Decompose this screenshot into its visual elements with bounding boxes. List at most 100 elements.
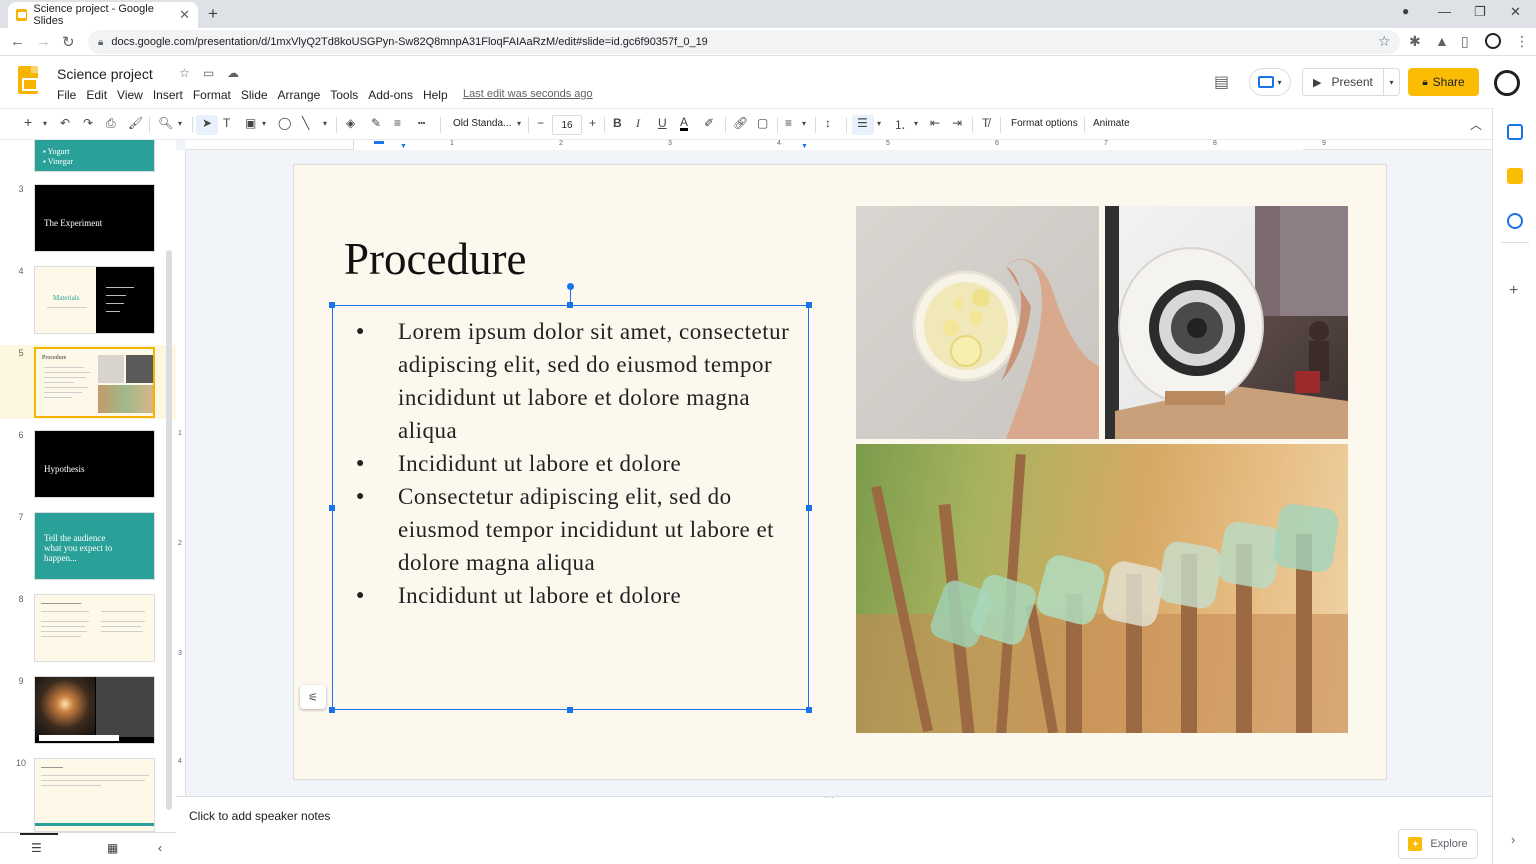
- border-weight-icon[interactable]: ≡: [394, 116, 401, 130]
- menu-insert[interactable]: Insert: [153, 88, 183, 102]
- back-icon[interactable]: ←: [10, 33, 25, 50]
- horizontal-ruler[interactable]: 1 2 3 4 5 6 7 8 9 ▼ ▼: [186, 140, 1492, 150]
- print-icon[interactable]: ⎙: [106, 116, 116, 131]
- slide-canvas[interactable]: Procedure Lorem ipsum dolor sit amet, co…: [294, 165, 1386, 779]
- slides-logo-icon[interactable]: [18, 66, 38, 94]
- border-dash-icon[interactable]: ┅: [418, 116, 425, 130]
- share-button[interactable]: 🔒︎ Share: [1408, 68, 1479, 96]
- numbered-list-icon[interactable]: ⒈: [894, 116, 906, 133]
- profile-avatar-icon[interactable]: [1485, 33, 1501, 49]
- insert-link-icon[interactable]: 🔗︎: [733, 116, 748, 130]
- font-size-input[interactable]: 16: [552, 115, 582, 135]
- tab-close-icon[interactable]: ✕: [179, 7, 190, 23]
- slide-thumbnail-8[interactable]: [34, 594, 155, 662]
- bulleted-list-icon[interactable]: ☰: [857, 116, 868, 130]
- meet-present-button[interactable]: ▾: [1249, 68, 1291, 96]
- undo-icon[interactable]: ↶: [60, 116, 70, 130]
- calendar-icon[interactable]: [1507, 124, 1523, 140]
- menu-addons[interactable]: Add-ons: [368, 88, 413, 102]
- menu-tools[interactable]: Tools: [330, 88, 358, 102]
- line-dropdown-icon[interactable]: ▾: [323, 119, 327, 128]
- comments-icon[interactable]: ▤: [1214, 72, 1229, 92]
- italic-icon[interactable]: I: [636, 116, 640, 131]
- vertical-ruler[interactable]: 1 2 3 4: [176, 150, 186, 796]
- font-dropdown-icon[interactable]: ▾: [517, 119, 521, 128]
- slide-thumbnail-3[interactable]: The Experiment: [34, 184, 155, 252]
- bullet-item[interactable]: Incididunt ut labore et dolore: [344, 579, 804, 612]
- url-field[interactable]: 🔒︎ docs.google.com/presentation/d/1mxVly…: [88, 30, 1400, 54]
- resize-handle-ne[interactable]: [806, 302, 812, 308]
- left-indent-marker[interactable]: ▼: [400, 143, 407, 150]
- extension-pin-icon[interactable]: ▲: [1435, 33, 1449, 49]
- border-color-icon[interactable]: ✎: [371, 116, 381, 130]
- animate-button[interactable]: Animate: [1093, 118, 1130, 129]
- slide-thumbnail-10[interactable]: [34, 758, 155, 832]
- slide-thumbnail-5[interactable]: Procedure: [34, 347, 155, 418]
- fill-color-icon[interactable]: ◈: [346, 116, 355, 130]
- shape-icon[interactable]: ◯: [278, 116, 291, 130]
- notes-resize-handle[interactable]: ···: [824, 793, 835, 802]
- extensions-icon[interactable]: ✱: [1409, 33, 1421, 50]
- new-slide-layout-icon[interactable]: ▾: [43, 119, 47, 128]
- get-addons-icon[interactable]: +: [1509, 282, 1518, 300]
- sidebar-toggle-icon[interactable]: ▯: [1461, 33, 1469, 50]
- resize-handle-s[interactable]: [567, 707, 573, 713]
- last-edit-link[interactable]: Last edit was seconds ago: [463, 88, 593, 100]
- decrease-indent-icon[interactable]: ⇤: [930, 116, 940, 130]
- collapse-toolbar-icon[interactable]: ︿: [1470, 116, 1482, 133]
- align-icon[interactable]: ≡: [785, 116, 792, 130]
- new-slide-icon[interactable]: +: [24, 114, 32, 130]
- collapse-filmstrip-icon[interactable]: ‹: [158, 841, 162, 855]
- tasks-icon[interactable]: [1507, 213, 1523, 229]
- menu-file[interactable]: File: [57, 88, 76, 102]
- menu-arrange[interactable]: Arrange: [278, 88, 321, 102]
- grid-view-icon[interactable]: ▦: [107, 841, 118, 855]
- underline-icon[interactable]: U: [658, 116, 667, 130]
- move-folder-icon[interactable]: ▭: [203, 66, 214, 80]
- window-close-icon[interactable]: ✕: [1510, 4, 1521, 20]
- new-tab-button[interactable]: +: [208, 4, 218, 24]
- slide-title[interactable]: Procedure: [344, 233, 526, 285]
- present-dropdown-icon[interactable]: ▾: [1383, 69, 1399, 95]
- bulleted-list-dropdown-icon[interactable]: ▾: [877, 119, 881, 128]
- minimize-icon[interactable]: —: [1438, 4, 1451, 19]
- cloud-saved-icon[interactable]: ☁: [227, 66, 239, 80]
- keep-icon[interactable]: [1507, 168, 1523, 184]
- paint-format-icon[interactable]: 🖌︎: [128, 116, 143, 130]
- first-line-indent-marker[interactable]: [374, 141, 384, 144]
- menu-format[interactable]: Format: [193, 88, 231, 102]
- photo-speaker[interactable]: [1105, 206, 1348, 439]
- forward-icon[interactable]: →: [36, 33, 51, 50]
- bullet-list[interactable]: Lorem ipsum dolor sit amet, consectetur …: [344, 315, 804, 612]
- line-icon[interactable]: ╲: [302, 116, 309, 130]
- browser-kebab-icon[interactable]: ⋮: [1515, 33, 1529, 50]
- photo-glass-jars[interactable]: [856, 444, 1348, 733]
- resize-handle-sw[interactable]: [329, 707, 335, 713]
- bullet-item[interactable]: Incididunt ut labore et dolore: [344, 447, 804, 480]
- star-icon[interactable]: ☆: [179, 66, 190, 80]
- photo-lemon-tea[interactable]: [856, 206, 1099, 439]
- add-comment-icon[interactable]: ▢: [757, 116, 768, 130]
- menu-view[interactable]: View: [117, 88, 143, 102]
- image-icon[interactable]: ▣: [245, 116, 256, 130]
- increase-font-size-button[interactable]: +: [589, 116, 596, 130]
- increase-indent-icon[interactable]: ⇥: [952, 116, 962, 130]
- explore-button[interactable]: ✦ Explore: [1398, 829, 1478, 859]
- menu-slide[interactable]: Slide: [241, 88, 268, 102]
- align-dropdown-icon[interactable]: ▾: [802, 119, 806, 128]
- image-dropdown-icon[interactable]: ▾: [262, 119, 266, 128]
- slide-thumbnail-7[interactable]: Tell the audience what you expect to hap…: [34, 512, 155, 580]
- speaker-notes-input[interactable]: Click to add speaker notes: [189, 809, 330, 823]
- menu-edit[interactable]: Edit: [86, 88, 107, 102]
- slide-thumbnail-2[interactable]: ▪ Yogurt ▪ Vinegar: [34, 140, 155, 172]
- format-options-button[interactable]: Format options: [1011, 118, 1078, 129]
- reload-icon[interactable]: ↻: [62, 33, 75, 51]
- bold-icon[interactable]: B: [613, 116, 622, 130]
- restore-icon[interactable]: ❐: [1474, 4, 1486, 20]
- text-box-icon[interactable]: T: [223, 116, 230, 130]
- hide-side-panel-icon[interactable]: ›: [1511, 832, 1515, 847]
- bookmark-star-icon[interactable]: ☆: [1378, 33, 1391, 50]
- filmstrip-view-icon[interactable]: ☰: [31, 841, 42, 855]
- resize-handle-w[interactable]: [329, 505, 335, 511]
- doc-title[interactable]: Science project: [57, 66, 153, 82]
